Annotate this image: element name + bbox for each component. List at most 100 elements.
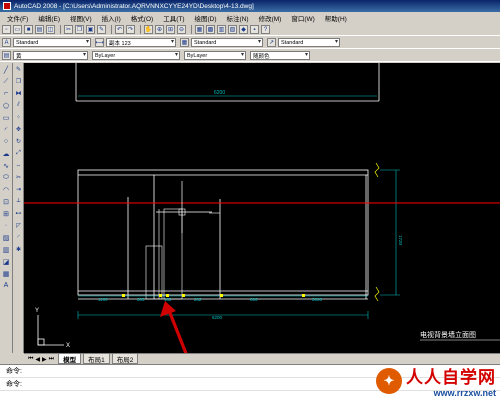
tab-model[interactable]: 模型 <box>58 354 82 364</box>
linetype-control-select[interactable]: ByLayer <box>92 51 180 60</box>
toolbar-separator <box>111 25 112 34</box>
dim-total-label: 6200 <box>212 315 223 320</box>
first-tab-icon[interactable]: ⏮ <box>28 356 33 363</box>
array-icon[interactable]: ⁘ <box>14 112 23 123</box>
dimension-ticks <box>122 294 305 297</box>
window-title: AutoCAD 2008 - [C:\Users\Administrator.A… <box>14 2 254 10</box>
multileader-style-select[interactable]: Standard <box>278 38 340 47</box>
point-icon[interactable]: · <box>1 220 11 231</box>
ellipse-arc-icon[interactable]: ◠ <box>1 184 11 195</box>
next-tab-icon[interactable]: ▶ <box>42 356 47 363</box>
plotstyle-control-select[interactable]: 随颜色 <box>250 51 310 60</box>
design-center-icon[interactable]: ▩ <box>206 25 215 34</box>
calculator-icon[interactable]: ▪ <box>250 25 259 34</box>
extend-icon[interactable]: ⇥ <box>14 184 23 195</box>
new-file-icon[interactable]: ▫ <box>2 25 11 34</box>
explode-icon[interactable]: ✱ <box>14 244 23 255</box>
drawing-canvas[interactable]: 6200 1180 305 182 282 806 3008 6200 1720… <box>24 63 500 353</box>
crosshair-cursor <box>24 181 500 233</box>
menu-file[interactable]: 文件(F) <box>2 13 33 23</box>
menu-format[interactable]: 格式(O) <box>126 13 158 23</box>
menu-dimension[interactable]: 标注(N) <box>222 13 254 23</box>
tab-layout1[interactable]: 布局1 <box>83 354 110 364</box>
make-block-icon[interactable]: ⊞ <box>1 208 11 219</box>
chamfer-icon[interactable]: ◸ <box>14 220 23 231</box>
dim-style-icon: ⟷ <box>95 38 104 47</box>
dim-right-label: 1720 <box>398 235 403 246</box>
table-style-icon: ▦ <box>180 38 189 47</box>
open-folder-icon[interactable]: ▭ <box>13 25 22 34</box>
hatch-icon[interactable]: ▨ <box>1 232 11 243</box>
cut-icon[interactable]: ✂ <box>64 25 73 34</box>
menu-modify[interactable]: 修改(M) <box>254 13 287 23</box>
menu-view[interactable]: 视图(V) <box>65 13 97 23</box>
dim-label: 1180 <box>98 297 108 302</box>
scale-icon[interactable]: ⤢ <box>14 148 23 159</box>
layer-manager-icon[interactable]: ▤ <box>2 51 11 60</box>
spline-icon[interactable]: ∿ <box>1 160 11 171</box>
construction-line-icon[interactable]: ⟋ <box>1 76 11 87</box>
polyline-icon[interactable]: ⌐ <box>1 88 11 99</box>
prev-tab-icon[interactable]: ◀ <box>35 356 40 363</box>
mirror-icon[interactable]: ⧓ <box>14 88 23 99</box>
join-icon[interactable]: ⊷ <box>14 208 23 219</box>
menu-help[interactable]: 帮助(H) <box>320 13 352 23</box>
arc-icon[interactable]: ◜ <box>1 124 11 135</box>
pan-icon[interactable]: ✋ <box>144 25 153 34</box>
match-properties-icon[interactable]: ✎ <box>97 25 106 34</box>
dim-style-select[interactable]: 副本 123 <box>106 38 176 47</box>
break-icon[interactable]: ⟂ <box>14 196 23 207</box>
move-icon[interactable]: ✥ <box>14 124 23 135</box>
rectangle-icon[interactable]: ▭ <box>1 112 11 123</box>
menu-insert[interactable]: 插入(I) <box>97 13 126 23</box>
multiline-text-icon[interactable]: A <box>1 280 11 291</box>
menu-window[interactable]: 窗口(W) <box>286 13 319 23</box>
zoom-realtime-icon[interactable]: ⊕ <box>155 25 164 34</box>
color-control-select[interactable]: 黄 <box>13 51 88 60</box>
dimension-lines <box>77 169 400 319</box>
trim-icon[interactable]: ✂ <box>14 172 23 183</box>
erase-icon[interactable]: ✎ <box>14 64 23 75</box>
menu-tools[interactable]: 工具(T) <box>158 13 189 23</box>
region-icon[interactable]: ◪ <box>1 256 11 267</box>
revision-cloud-icon[interactable]: ☁ <box>1 148 11 159</box>
tool-palettes-icon[interactable]: ▥ <box>217 25 226 34</box>
gradient-icon[interactable]: ▥ <box>1 244 11 255</box>
line-tool-icon[interactable]: ╱ <box>1 64 11 75</box>
save-icon[interactable]: ■ <box>24 25 33 34</box>
tab-layout2[interactable]: 布局2 <box>111 354 139 364</box>
menu-edit[interactable]: 编辑(E) <box>33 13 65 23</box>
paste-icon[interactable]: ▣ <box>86 25 95 34</box>
dimension-labels: 1180 305 182 282 806 3008 6200 <box>98 297 323 320</box>
print-icon[interactable]: ▤ <box>35 25 44 34</box>
sheet-set-icon[interactable]: ▧ <box>228 25 237 34</box>
properties-icon[interactable]: ▦ <box>195 25 204 34</box>
print-preview-icon[interactable]: ◫ <box>46 25 55 34</box>
table-style-select[interactable]: Standard <box>191 38 263 47</box>
copy-icon[interactable]: ❐ <box>75 25 84 34</box>
toolbar-separator <box>60 25 61 34</box>
undo-icon[interactable]: ↶ <box>115 25 124 34</box>
circle-icon[interactable]: ○ <box>1 136 11 147</box>
drawing-caption: 电视背景墙立面图 <box>420 330 476 339</box>
offset-icon[interactable]: ⫽ <box>14 100 23 111</box>
last-tab-icon[interactable]: ⏭ <box>49 356 54 363</box>
stretch-icon[interactable]: ⇔ <box>14 160 23 171</box>
zoom-window-icon[interactable]: ⊞ <box>166 25 175 34</box>
redo-icon[interactable]: ↷ <box>126 25 135 34</box>
polygon-icon[interactable]: ⬠ <box>1 100 11 111</box>
fillet-icon[interactable]: ◜ <box>14 232 23 243</box>
markup-icon[interactable]: ◆ <box>239 25 248 34</box>
draw-toolbar: ╱ ⟋ ⌐ ⬠ ▭ ◜ ○ ☁ ∿ ⬭ ◠ ⊡ ⊞ · ▨ ▥ ◪ ▦ A <box>0 63 13 353</box>
help-icon[interactable]: ? <box>261 25 270 34</box>
copy-object-icon[interactable]: ❐ <box>14 76 23 87</box>
lineweight-control-select[interactable]: ByLayer <box>184 51 246 60</box>
zoom-previous-icon[interactable]: ⊖ <box>177 25 186 34</box>
table-icon[interactable]: ▦ <box>1 268 11 279</box>
insert-block-icon[interactable]: ⊡ <box>1 196 11 207</box>
modify-toolbar: ✎ ❐ ⧓ ⫽ ⁘ ✥ ↻ ⤢ ⇔ ✂ ⇥ ⟂ ⊷ ◸ ◜ ✱ <box>13 63 24 353</box>
text-style-select[interactable]: Standard <box>13 38 91 47</box>
menu-draw[interactable]: 绘图(D) <box>190 13 222 23</box>
rotate-icon[interactable]: ↻ <box>14 136 23 147</box>
ellipse-icon[interactable]: ⬭ <box>1 172 11 183</box>
